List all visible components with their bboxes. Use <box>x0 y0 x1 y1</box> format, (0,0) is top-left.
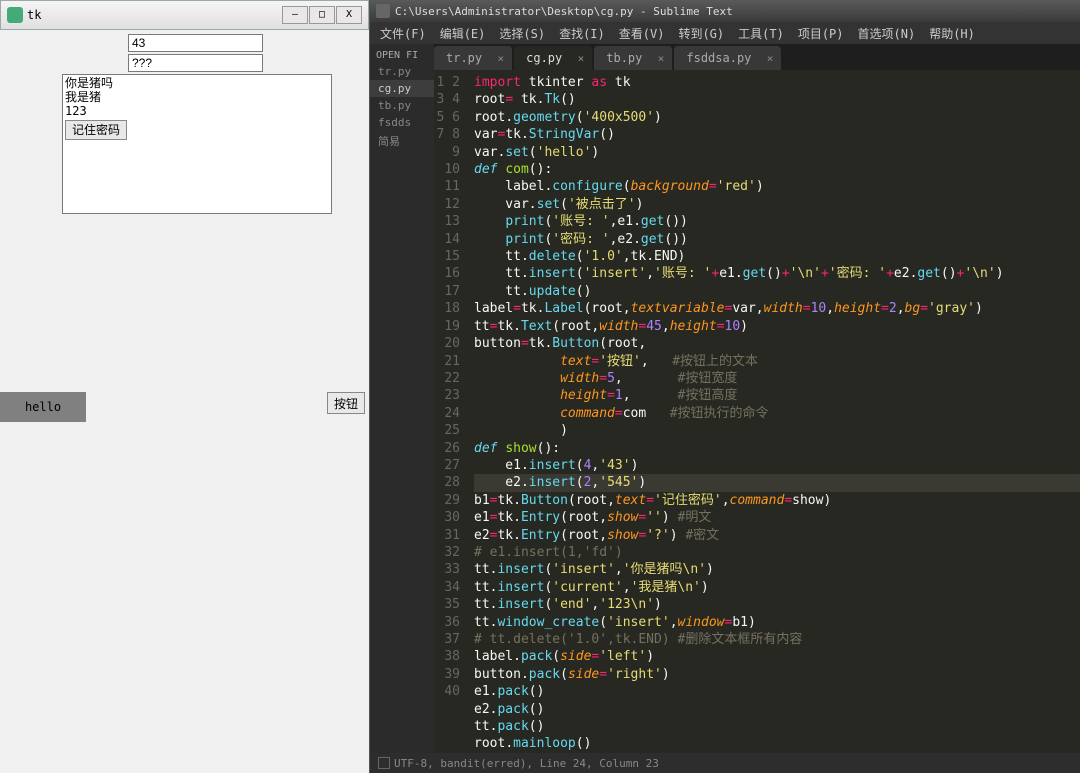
maximize-button[interactable]: □ <box>309 6 335 24</box>
menu-item[interactable]: 工具(T) <box>732 23 790 44</box>
sidebar-file[interactable]: tr.py <box>370 63 434 80</box>
editor-tab[interactable]: tr.py × <box>434 46 512 70</box>
sidebar-file[interactable]: 简易 <box>370 131 434 151</box>
text-line: 我是猪 <box>65 90 101 104</box>
tab-label: cg.py <box>526 51 562 65</box>
close-button[interactable]: X <box>336 6 362 24</box>
tab-label: tr.py <box>446 51 482 65</box>
menu-item[interactable]: 编辑(E) <box>434 23 492 44</box>
tab-label: tb.py <box>606 51 642 65</box>
text-line: 你是猪吗 <box>65 76 113 90</box>
status-text: UTF-8, bandit(erred), Line 24, Column 23 <box>394 757 659 770</box>
main-button[interactable]: 按钮 <box>327 392 365 414</box>
menu-item[interactable]: 项目(P) <box>792 23 850 44</box>
code-editor[interactable]: import tkinter as tk root= tk.Tk() root.… <box>466 70 1080 753</box>
menu-item[interactable]: 帮助(H) <box>923 23 981 44</box>
menu-item[interactable]: 选择(S) <box>493 23 551 44</box>
sidebar-file[interactable]: fsdds <box>370 114 434 131</box>
menu-item[interactable]: 转到(G) <box>672 23 730 44</box>
entry-e2[interactable] <box>128 54 263 72</box>
line-gutter: 1 2 3 4 5 6 7 8 9 10 11 12 13 14 15 16 1… <box>434 70 466 753</box>
editor-tab[interactable]: tb.py × <box>594 46 672 70</box>
close-icon[interactable]: × <box>767 52 774 65</box>
menu-item[interactable]: 查看(V) <box>613 23 671 44</box>
close-icon[interactable]: × <box>578 52 585 65</box>
close-icon[interactable]: × <box>498 52 505 65</box>
tk-app-icon <box>7 7 23 23</box>
entry-e1[interactable] <box>128 34 263 52</box>
text-line: 123 <box>65 104 87 118</box>
menu-item[interactable]: 文件(F) <box>374 23 432 44</box>
sublime-window: C:\Users\Administrator\Desktop\cg.py - S… <box>370 0 1080 773</box>
close-icon[interactable]: × <box>658 52 665 65</box>
st-menubar: 文件(F)编辑(E)选择(S)查找(I)查看(V)转到(G)工具(T)项目(P)… <box>370 22 1080 44</box>
remember-password-button[interactable]: 记住密码 <box>65 120 127 140</box>
tkinter-window: tk — □ X 你是猪吗 我是猪 123 记住密码 hello 按钮 <box>0 0 370 773</box>
tk-title: tk <box>27 8 41 22</box>
editor-tab[interactable]: fsddsa.py × <box>674 46 781 70</box>
minimize-button[interactable]: — <box>282 6 308 24</box>
tk-body: 你是猪吗 我是猪 123 记住密码 hello 按钮 <box>0 30 369 773</box>
st-title: C:\Users\Administrator\Desktop\cg.py - S… <box>395 5 733 18</box>
st-titlebar[interactable]: C:\Users\Administrator\Desktop\cg.py - S… <box>370 0 1080 22</box>
tk-titlebar[interactable]: tk — □ X <box>0 0 369 30</box>
status-icon <box>378 757 390 769</box>
menu-item[interactable]: 首选项(N) <box>852 23 922 44</box>
st-sidebar: OPEN FI tr.pycg.pytb.pyfsdds简易 <box>370 44 434 753</box>
menu-item[interactable]: 查找(I) <box>553 23 611 44</box>
hello-label: hello <box>0 392 86 422</box>
st-tabs: tr.py × cg.py × tb.py × fsddsa.py × <box>434 44 1080 70</box>
tk-text-widget[interactable]: 你是猪吗 我是猪 123 记住密码 <box>62 74 332 214</box>
sidebar-header: OPEN FI <box>370 48 434 63</box>
sidebar-file[interactable]: tb.py <box>370 97 434 114</box>
sublime-app-icon <box>376 4 390 18</box>
sidebar-file[interactable]: cg.py <box>370 80 434 97</box>
tab-label: fsddsa.py <box>686 51 751 65</box>
editor-tab[interactable]: cg.py × <box>514 46 592 70</box>
status-bar: UTF-8, bandit(erred), Line 24, Column 23 <box>370 753 1080 773</box>
